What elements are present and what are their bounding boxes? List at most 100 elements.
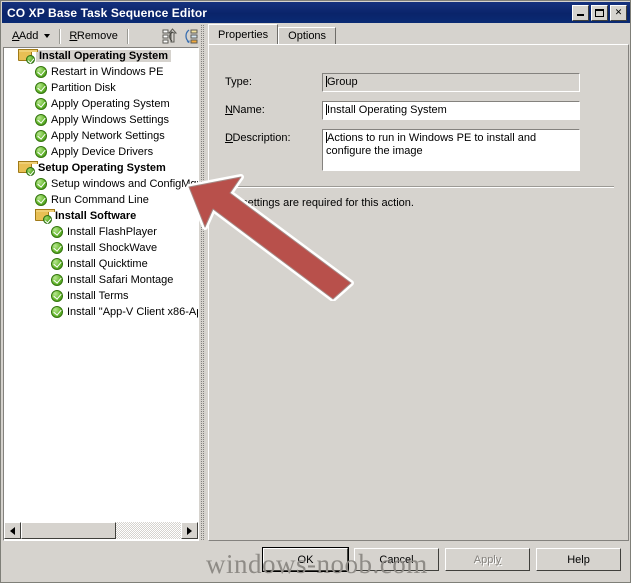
- no-settings-note: No settings are required for this action…: [225, 197, 414, 209]
- window-title: CO XP Base Task Sequence Editor: [7, 5, 208, 20]
- folder-check-icon: [18, 49, 38, 64]
- name-label: NName:: [225, 104, 265, 116]
- tree-node-label: Partition Disk: [51, 82, 116, 94]
- tree-node-label: Restart in Windows PE: [51, 66, 164, 78]
- tree-node[interactable]: Install Operating System: [4, 48, 198, 64]
- tree-node-label: Setup windows and ConfigMgr: [51, 178, 198, 190]
- type-field: Group: [322, 73, 580, 92]
- tree-node[interactable]: Install Quicktime: [4, 256, 198, 272]
- green-check-icon: [35, 194, 47, 206]
- description-row: DDescription: Actions to run in Windows …: [209, 129, 580, 171]
- move-up-icon[interactable]: [162, 28, 178, 44]
- tree-node[interactable]: Setup windows and ConfigMgr: [4, 176, 198, 192]
- tree-node-label: Install Operating System: [36, 50, 171, 62]
- tree-node[interactable]: Apply Operating System: [4, 96, 198, 112]
- tree-horizontal-scrollbar[interactable]: [4, 522, 198, 539]
- scroll-right-button[interactable]: [181, 522, 198, 539]
- remove-button[interactable]: RRemove: [65, 28, 122, 44]
- close-button[interactable]: ✕: [610, 4, 627, 21]
- name-input[interactable]: Install Operating System: [322, 101, 580, 120]
- description-input[interactable]: Actions to run in Windows PE to install …: [322, 129, 580, 171]
- tree-node-label: Apply Operating System: [51, 98, 170, 110]
- tree-node[interactable]: Apply Device Drivers: [4, 144, 198, 160]
- tree-node[interactable]: Setup Operating System: [4, 160, 198, 176]
- ok-button[interactable]: OK: [263, 548, 348, 571]
- toolbar-separator-2: [126, 28, 129, 44]
- scroll-track[interactable]: [21, 522, 181, 539]
- tree-node[interactable]: Partition Disk: [4, 80, 198, 96]
- properties-tab-page: Type: Group NName: Install Operating Sys…: [208, 44, 629, 541]
- apply-button: Apply: [445, 548, 530, 571]
- tree-node-label: Install Safari Montage: [67, 274, 174, 286]
- folder-check-icon: [18, 161, 38, 176]
- toolbar-separator-1: [59, 28, 62, 44]
- cancel-button[interactable]: Cancel: [354, 548, 439, 571]
- window-controls: ✕: [572, 4, 629, 21]
- tab-properties[interactable]: Properties: [208, 24, 279, 44]
- title-bar: CO XP Base Task Sequence Editor ✕: [2, 2, 630, 23]
- tree-node[interactable]: Install "App-V Client x86-Ap: [4, 304, 198, 320]
- green-check-icon: [51, 258, 63, 270]
- tree-node[interactable]: Apply Windows Settings: [4, 112, 198, 128]
- properties-pane: Properties Options Type: Group NName: In…: [208, 24, 629, 541]
- dialog-button-bar: OK Cancel Apply Help: [1, 543, 630, 582]
- pane-splitter[interactable]: [199, 25, 206, 541]
- green-check-icon: [35, 66, 47, 78]
- description-value: Actions to run in Windows PE to install …: [326, 132, 537, 157]
- task-sequence-editor-window: CO XP Base Task Sequence Editor ✕ AAdd R…: [0, 0, 631, 583]
- scroll-thumb[interactable]: [21, 522, 116, 539]
- tree-node[interactable]: Install FlashPlayer: [4, 224, 198, 240]
- green-check-icon: [51, 226, 63, 238]
- close-icon: ✕: [614, 7, 623, 17]
- ok-button-label: OK: [297, 553, 314, 566]
- green-check-icon: [35, 146, 47, 158]
- green-check-icon: [35, 130, 47, 142]
- tree-toolbar: AAdd RRemove: [3, 25, 206, 47]
- minimize-button[interactable]: [572, 4, 589, 21]
- tree-node[interactable]: Restart in Windows PE: [4, 64, 198, 80]
- type-label: Type:: [225, 76, 252, 88]
- help-button-label: Help: [567, 553, 590, 566]
- tree-node-label: Install Software: [55, 210, 137, 222]
- description-label: DDescription:: [225, 132, 291, 144]
- scroll-left-button[interactable]: [4, 522, 21, 539]
- chevron-down-icon: [44, 34, 51, 38]
- tree-node[interactable]: Install ShockWave: [4, 240, 198, 256]
- tree-node[interactable]: Install Software: [4, 208, 198, 224]
- green-check-icon: [51, 242, 63, 254]
- task-sequence-tree[interactable]: Install Operating System Restart in Windo…: [3, 47, 199, 541]
- add-label: AAdd: [12, 30, 39, 42]
- tree-node-label: Install "App-V Client x86-Ap: [67, 306, 198, 318]
- green-check-icon: [51, 274, 63, 286]
- tree-pane: AAdd RRemove Install Operating System Re…: [3, 25, 206, 541]
- tree-node-label: Install FlashPlayer: [67, 226, 157, 238]
- tree-node-label: Install Terms: [67, 290, 129, 302]
- tree-node[interactable]: Run Command Line: [4, 192, 198, 208]
- name-row: NName: Install Operating System: [209, 101, 580, 120]
- tree-node-label: Apply Windows Settings: [51, 114, 169, 126]
- green-check-icon: [35, 114, 47, 126]
- tab-options-label: Options: [288, 30, 327, 42]
- minimize-icon: [573, 6, 588, 20]
- tree-node[interactable]: Install Safari Montage: [4, 272, 198, 288]
- help-button[interactable]: Help: [536, 548, 621, 571]
- move-down-icon[interactable]: [183, 28, 199, 44]
- tree-node-label: Apply Device Drivers: [51, 146, 154, 158]
- tree-node-label: Install ShockWave: [67, 242, 158, 254]
- green-check-icon: [35, 98, 47, 110]
- tree-node-label: Install Quicktime: [67, 258, 148, 270]
- green-check-icon: [35, 82, 47, 94]
- tab-properties-label: Properties: [218, 28, 269, 41]
- maximize-icon: [592, 6, 607, 20]
- add-menu-button[interactable]: AAdd: [8, 28, 55, 44]
- green-check-icon: [35, 178, 47, 190]
- cancel-button-label: Cancel: [379, 553, 414, 566]
- tab-options[interactable]: Options: [278, 27, 337, 44]
- tree-node[interactable]: Install Terms: [4, 288, 198, 304]
- tree-node-label: Setup Operating System: [38, 162, 166, 174]
- tree-node[interactable]: Apply Network Settings: [4, 128, 198, 144]
- settings-separator: [225, 186, 614, 188]
- maximize-button[interactable]: [591, 4, 608, 21]
- type-row: Type: Group: [209, 73, 580, 92]
- tree-node-label: Apply Network Settings: [51, 130, 165, 142]
